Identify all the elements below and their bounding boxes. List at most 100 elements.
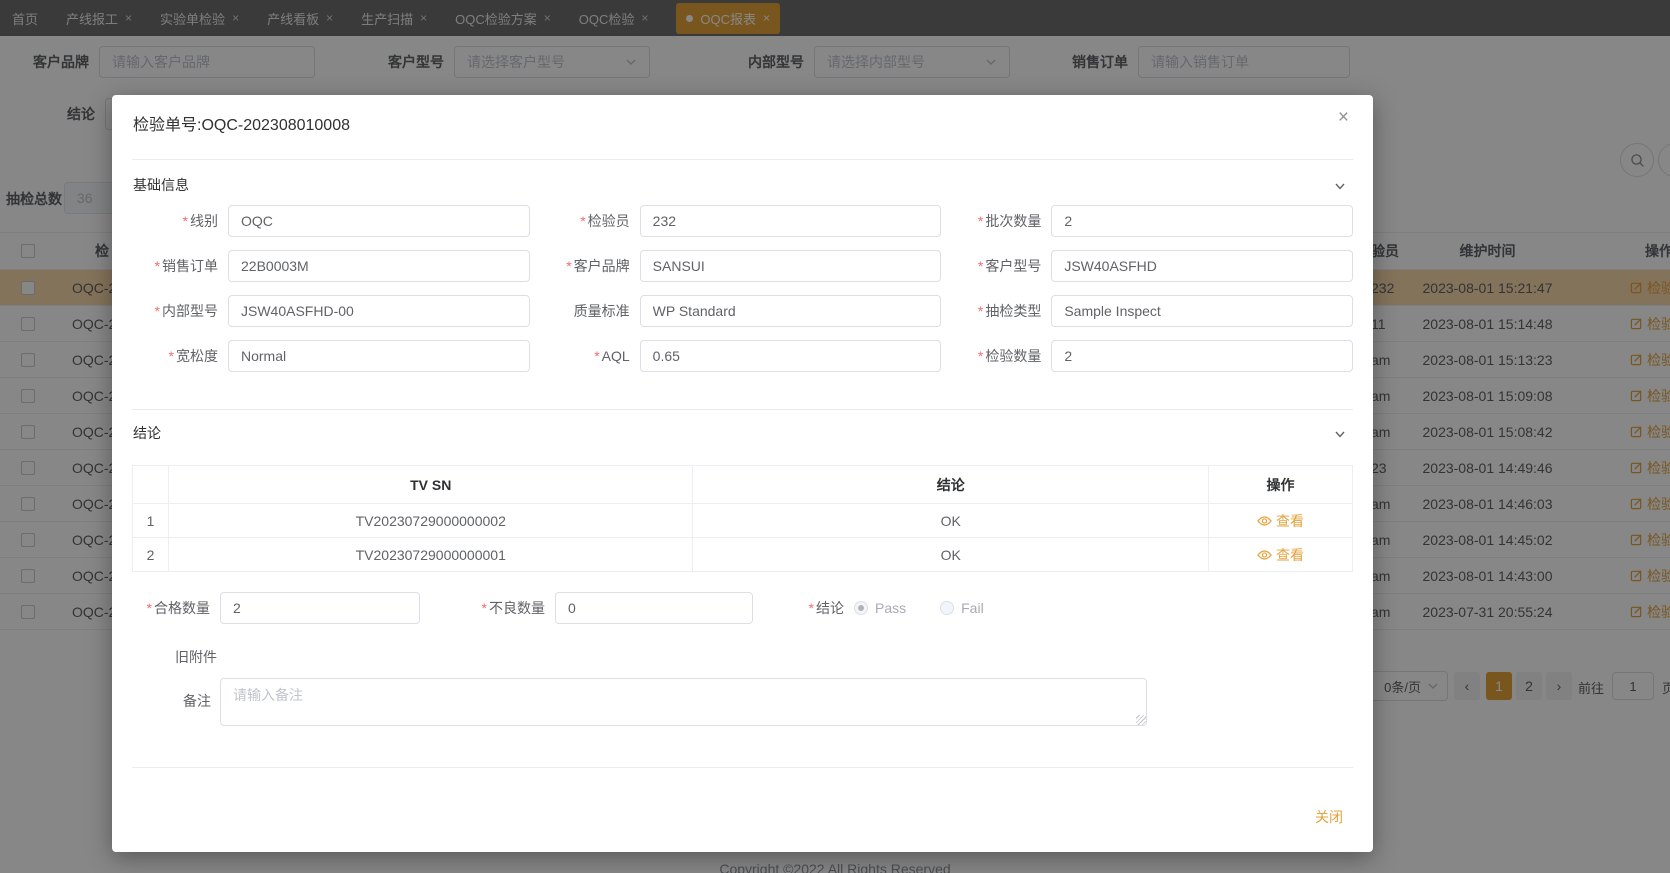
required-mark: *	[154, 303, 160, 319]
customer-brand-input[interactable]	[639, 250, 942, 282]
old-attachment-label: 旧附件	[175, 649, 217, 665]
sales-order-input[interactable]	[228, 250, 530, 282]
strictness-input[interactable]	[228, 340, 530, 372]
field-aql: * AQL	[544, 340, 942, 372]
required-mark: *	[808, 600, 814, 616]
field-label: 批次数量	[985, 213, 1042, 229]
divider	[132, 767, 1353, 768]
eye-icon	[1257, 515, 1272, 526]
customer-model-input[interactable]	[1051, 250, 1353, 282]
view-link[interactable]: 查看	[1257, 511, 1304, 531]
result-column-header: 结论	[693, 466, 1209, 504]
inspector-input[interactable]	[639, 205, 942, 237]
close-button[interactable]: 关闭	[1315, 807, 1343, 827]
field-customer-brand: * 客户品牌	[544, 250, 942, 282]
field-label: 客户品牌	[573, 258, 630, 274]
required-mark: *	[566, 258, 572, 274]
remark-label: 备注	[183, 693, 211, 709]
sn-column-header: TV SN	[169, 466, 694, 504]
field-label: 抽检类型	[985, 303, 1042, 319]
modal-title: 检验单号:OQC-202308010008	[133, 117, 351, 134]
field-defect-qty: * 不良数量	[469, 592, 753, 624]
eye-icon	[1257, 549, 1272, 560]
app-root: 首页 产线报工 × 实验单检验 × 产线看板 × 生产扫描 × OQC检验方案 × OQC…	[0, 0, 1670, 873]
sn-table-row: 1 TV20230729000000002 OK 查看	[133, 504, 1353, 538]
summary-row: *合格数量 *不良数量 *结论 Pass Fail	[132, 592, 1353, 624]
defect-qty-input[interactable]	[555, 592, 753, 624]
result-cell: OK	[693, 504, 1209, 538]
basic-info-form: *线别 *检验员 *批次数量 *销售订单 *客户品牌 *客户型号 *内部型号 质…	[132, 205, 1353, 372]
radio-pass[interactable]: Pass	[854, 600, 906, 616]
qualified-qty-input[interactable]	[220, 592, 420, 624]
field-customer-model: * 客户型号	[955, 250, 1353, 282]
inspect-qty-input[interactable]	[1051, 340, 1353, 372]
ops-column-header: 操作	[1209, 466, 1353, 504]
field-qualified-qty: * 合格数量	[132, 592, 420, 624]
collapse-chevron-icon[interactable]	[1333, 179, 1347, 193]
field-internal-model: * 内部型号	[132, 295, 530, 327]
sn-table-row: 2 TV20230729000000001 OK 查看	[133, 538, 1353, 572]
field-label: 内部型号	[162, 303, 218, 319]
required-mark: *	[977, 258, 984, 274]
field-quality-standard: 质量标准	[544, 295, 942, 327]
field-label: 检验数量	[985, 348, 1042, 364]
modal-close-icon[interactable]: ×	[1338, 107, 1349, 129]
tv-sn-cell: TV20230729000000002	[169, 504, 694, 538]
field-label: 不良数量	[489, 600, 545, 616]
inspection-detail-modal: 检验单号:OQC-202308010008 × 基础信息 *线别 *检验员 *批…	[112, 95, 1373, 852]
required-mark: *	[977, 303, 984, 319]
required-mark: *	[154, 258, 160, 274]
field-label: 宽松度	[176, 348, 218, 364]
field-conclusion-radio: * 结论 Pass Fail	[782, 592, 1018, 624]
sample-type-input[interactable]	[1051, 295, 1353, 327]
sn-result-table: TV SN 结论 操作 1 TV20230729000000002 OK 查看 …	[132, 465, 1353, 572]
field-label: 客户型号	[985, 258, 1042, 274]
remark-textarea[interactable]	[220, 678, 1147, 726]
field-strictness: * 宽松度	[132, 340, 530, 372]
field-label: 检验员	[587, 213, 630, 229]
field-line: * 线别	[132, 205, 530, 237]
field-label: 线别	[190, 213, 218, 229]
line-input[interactable]	[228, 205, 530, 237]
view-link-label: 查看	[1276, 512, 1304, 529]
field-label: 质量标准	[573, 303, 630, 319]
collapse-chevron-icon[interactable]	[1333, 427, 1347, 441]
radio-fail[interactable]: Fail	[940, 600, 984, 616]
field-label: 销售订单	[162, 258, 218, 274]
required-mark: *	[146, 600, 152, 616]
field-label: 结论	[816, 600, 844, 616]
textarea-resize-handle[interactable]	[1136, 715, 1146, 725]
field-sales-order: * 销售订单	[132, 250, 530, 282]
internal-model-input[interactable]	[228, 295, 530, 327]
required-mark: *	[977, 213, 984, 229]
sn-table-header: TV SN 结论 操作	[133, 466, 1353, 504]
field-inspect-qty: * 检验数量	[955, 340, 1353, 372]
row-index: 2	[133, 538, 169, 572]
required-mark: *	[481, 600, 487, 616]
field-label: 合格数量	[154, 600, 210, 616]
basic-info-section-title: 基础信息	[133, 177, 189, 193]
result-cell: OK	[693, 538, 1209, 572]
radio-fail-dot[interactable]	[940, 601, 955, 615]
batch-qty-input[interactable]	[1051, 205, 1353, 237]
view-link-label: 查看	[1276, 546, 1304, 563]
divider	[132, 409, 1353, 410]
view-link[interactable]: 查看	[1257, 545, 1304, 565]
required-mark: *	[182, 213, 188, 229]
divider	[132, 159, 1353, 160]
index-column-header	[133, 466, 169, 504]
field-label: AQL	[601, 348, 630, 364]
conclusion-section-title: 结论	[133, 425, 161, 441]
radio-pass-label: Pass	[875, 600, 907, 616]
aql-input[interactable]	[639, 340, 942, 372]
row-index: 1	[133, 504, 169, 538]
required-mark: *	[168, 348, 174, 364]
radio-pass-dot[interactable]	[854, 601, 868, 615]
quality-standard-input[interactable]	[639, 295, 942, 327]
field-sample-type: * 抽检类型	[955, 295, 1353, 327]
radio-fail-label: Fail	[961, 600, 984, 616]
field-inspector: * 检验员	[544, 205, 942, 237]
required-mark: *	[594, 348, 600, 364]
tv-sn-cell: TV20230729000000001	[169, 538, 694, 572]
required-mark: *	[580, 213, 586, 229]
